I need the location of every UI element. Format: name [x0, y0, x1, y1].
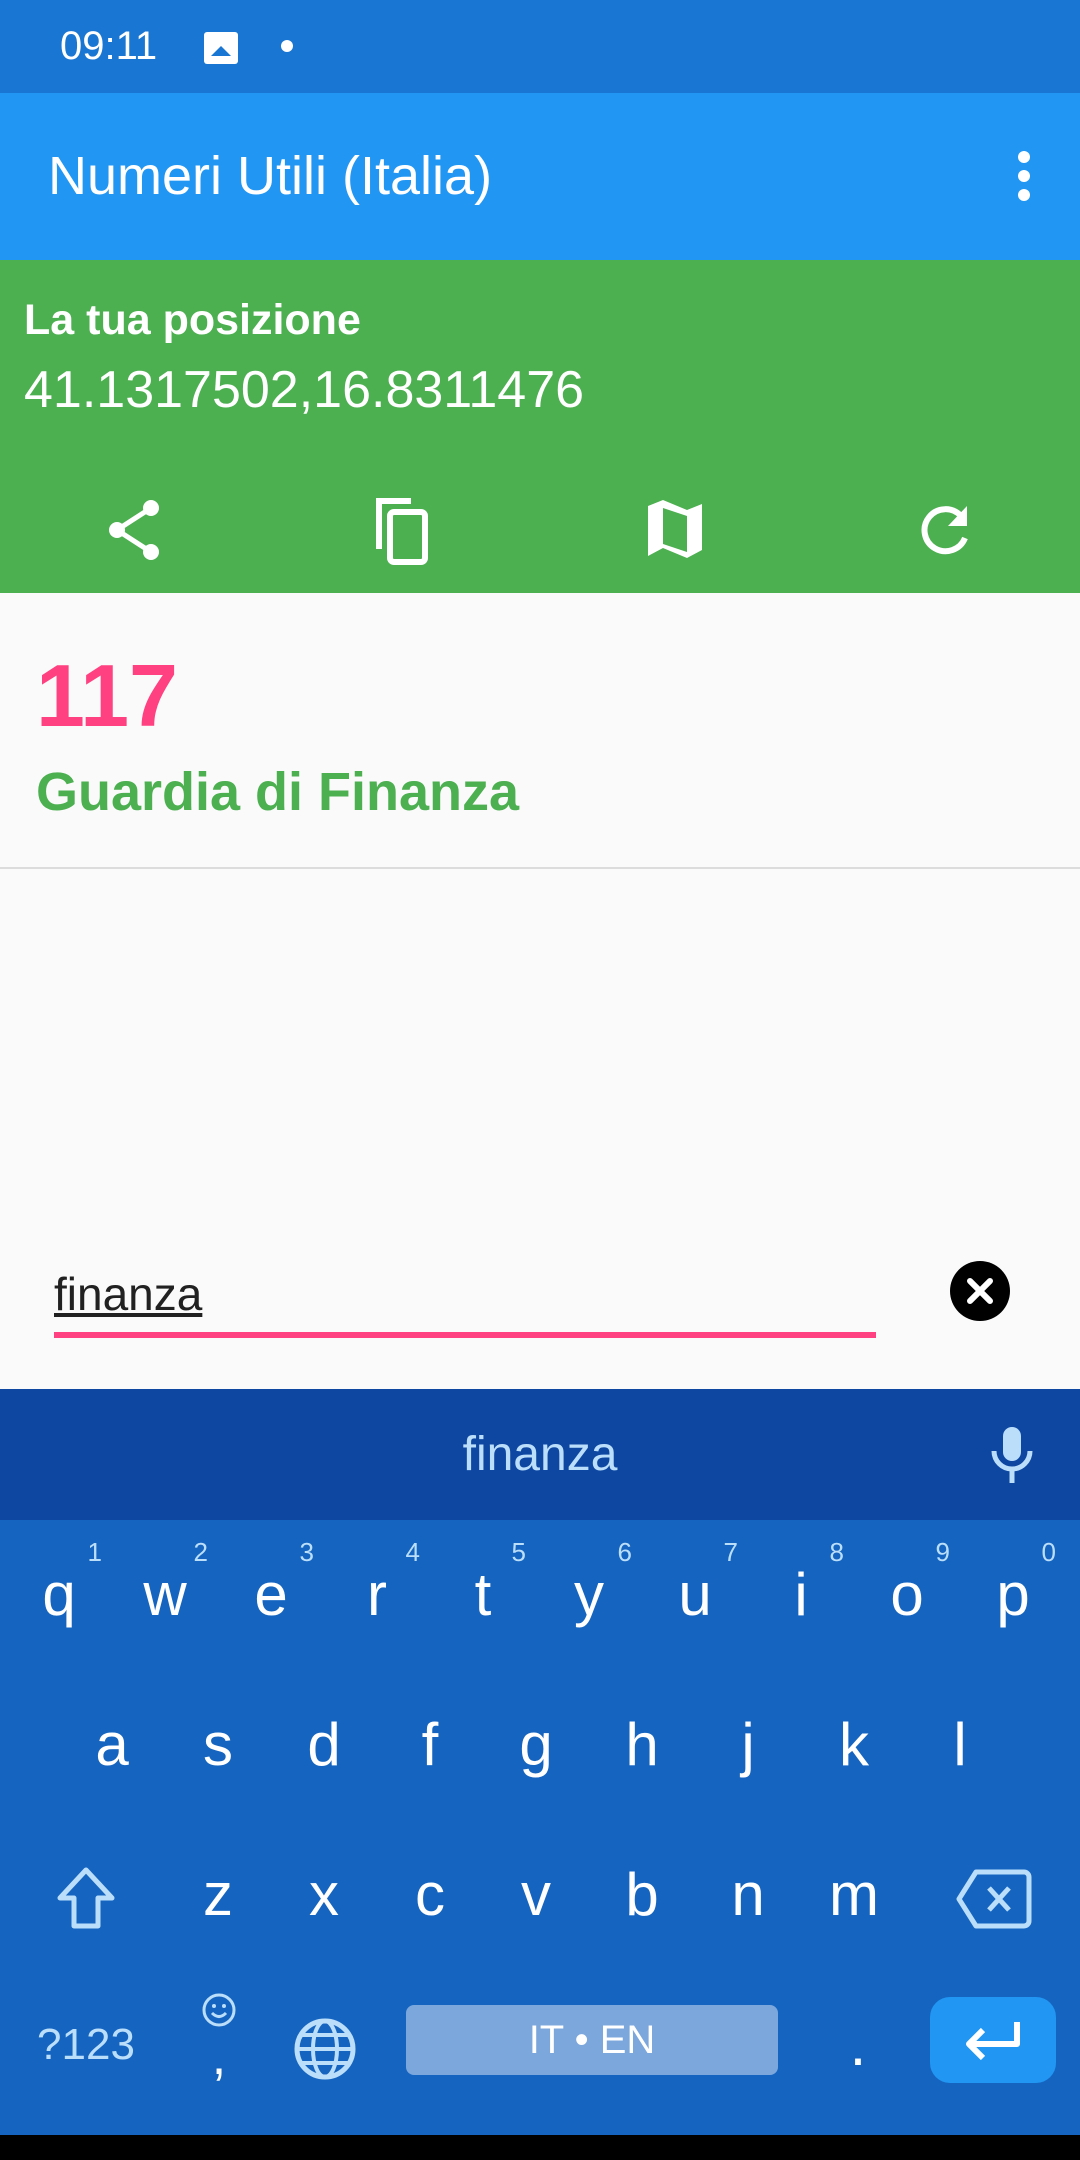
key-label: t [474, 1561, 492, 1628]
key-hint: 9 [935, 1537, 950, 1567]
status-bar: 09:11 x [0, 0, 1080, 93]
more-vert-icon-dot [1018, 189, 1030, 201]
key-n[interactable]: n [695, 1820, 801, 1970]
key-a[interactable]: a [59, 1670, 165, 1820]
key-l[interactable]: l [907, 1670, 1013, 1820]
share-button[interactable] [85, 480, 185, 580]
keyboard-row-4: ?123 , IT • EN . [0, 1970, 1080, 2120]
key-hint: 7 [723, 1537, 738, 1567]
key-f[interactable]: f [377, 1670, 483, 1820]
key-s[interactable]: s [165, 1670, 271, 1820]
key-m[interactable]: m [801, 1820, 907, 1970]
location-panel: La tua posizione 41.1317502,16.8311476 [0, 260, 1080, 593]
microphone-icon[interactable] [990, 1425, 1034, 1485]
key-o[interactable]: o9 [854, 1520, 960, 1670]
more-options-button[interactable] [994, 141, 1054, 211]
key-label: r [367, 1561, 387, 1628]
key-z[interactable]: z [165, 1820, 271, 1970]
backspace-icon [956, 1869, 1032, 1929]
globe-icon [294, 2018, 356, 2080]
key-label: w [143, 1561, 187, 1628]
navigation-bar [0, 2135, 1080, 2160]
key-b[interactable]: b [589, 1820, 695, 1970]
search-input[interactable] [54, 1262, 876, 1338]
share-icon [109, 500, 159, 560]
key-hint: 3 [299, 1537, 314, 1567]
location-coordinates: 41.1317502,16.8311476 [24, 361, 585, 419]
keyboard-row-3: z x c v b n m [0, 1820, 1080, 1970]
key-hint: 8 [829, 1537, 844, 1567]
comma-emoji-key[interactable]: , [166, 1970, 272, 2120]
keyboard-row-1: q1 w2 e3 r4 t5 y6 u7 i8 o9 p0 [0, 1520, 1080, 1670]
status-time: 09:11 [60, 24, 158, 68]
key-hint: 1 [87, 1537, 102, 1567]
key-hint: 0 [1041, 1537, 1056, 1567]
key-j[interactable]: j [695, 1670, 801, 1820]
key-label: e [254, 1561, 288, 1628]
more-vert-icon-dot [1018, 170, 1030, 182]
clear-icon [967, 1278, 993, 1304]
key-r[interactable]: r4 [324, 1520, 430, 1670]
comma-label: , [211, 2028, 227, 2086]
key-g[interactable]: g [483, 1670, 589, 1820]
key-hint: 2 [193, 1537, 208, 1567]
result-list-item[interactable]: 117 Guardia di Finanza [0, 593, 1080, 869]
shift-key[interactable] [6, 1820, 166, 1970]
key-h[interactable]: h [589, 1670, 695, 1820]
key-w[interactable]: w2 [112, 1520, 218, 1670]
key-hint: 5 [511, 1537, 526, 1567]
language-key[interactable] [272, 1970, 378, 2120]
copy-button[interactable] [353, 480, 453, 580]
key-x[interactable]: x [271, 1820, 377, 1970]
keyboard-row-2: a s d f g h j k l [0, 1670, 1080, 1820]
notification-dot-icon [281, 40, 293, 52]
space-key[interactable]: IT • EN [406, 2005, 778, 2075]
more-vert-icon [1018, 151, 1030, 163]
key-label: i [794, 1561, 808, 1628]
key-q[interactable]: q1 [6, 1520, 112, 1670]
refresh-button[interactable] [895, 480, 995, 580]
key-k[interactable]: k [801, 1670, 907, 1820]
map-button[interactable] [625, 480, 725, 580]
key-y[interactable]: y6 [536, 1520, 642, 1670]
backspace-key[interactable] [914, 1820, 1074, 1970]
enter-icon [966, 2022, 1020, 2060]
key-t[interactable]: t5 [430, 1520, 536, 1670]
app-bar: Numeri Utili (Italia) [0, 93, 1080, 260]
period-key[interactable]: . [808, 1970, 908, 2120]
shift-icon [57, 1867, 115, 1929]
key-hint: 6 [617, 1537, 632, 1567]
key-u[interactable]: u7 [642, 1520, 748, 1670]
search-field[interactable] [54, 1262, 876, 1342]
copy-icon [376, 498, 428, 565]
image-notification-icon [204, 32, 238, 64]
map-icon [648, 500, 702, 558]
key-label: p [996, 1561, 1030, 1628]
key-label: u [678, 1561, 712, 1628]
key-i[interactable]: i8 [748, 1520, 854, 1670]
location-label: La tua posizione [24, 296, 361, 344]
key-c[interactable]: c [377, 1820, 483, 1970]
result-name: Guardia di Finanza [36, 762, 520, 822]
soft-keyboard: finanza q1 w2 e3 r4 t5 y6 u7 i8 o9 p0 a … [0, 1389, 1080, 2135]
key-p[interactable]: p0 [960, 1520, 1066, 1670]
result-number: 117 [36, 646, 178, 745]
key-v[interactable]: v [483, 1820, 589, 1970]
refresh-icon [921, 506, 968, 555]
key-hint: 4 [405, 1537, 420, 1567]
suggestion-word[interactable]: finanza [0, 1427, 1080, 1482]
key-e[interactable]: e3 [218, 1520, 324, 1670]
enter-key[interactable] [930, 1997, 1056, 2083]
key-label: q [42, 1561, 76, 1628]
suggestion-strip: finanza [0, 1389, 1080, 1520]
key-label: y [574, 1561, 604, 1628]
key-label: o [890, 1561, 924, 1628]
key-d[interactable]: d [271, 1670, 377, 1820]
clear-search-button[interactable] [950, 1261, 1010, 1321]
symbols-key[interactable]: ?123 [16, 1970, 156, 2120]
location-actions [0, 480, 1080, 580]
app-title: Numeri Utili (Italia) [48, 146, 493, 206]
